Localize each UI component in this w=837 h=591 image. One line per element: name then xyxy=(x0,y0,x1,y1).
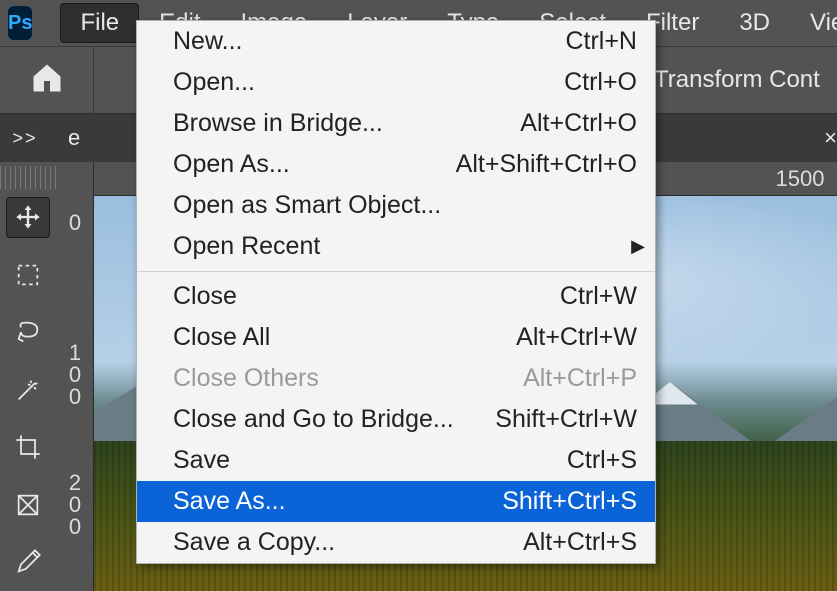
document-tab-label: e xyxy=(68,125,80,151)
menu-item-label: Open as Smart Object... xyxy=(173,191,637,220)
eyedropper-tool[interactable] xyxy=(6,542,50,583)
menu-item-label: Save a Copy... xyxy=(173,528,503,557)
menu-item-shortcut: Alt+Shift+Ctrl+O xyxy=(456,150,637,179)
ruler-mark-100: 1 0 0 xyxy=(68,342,82,408)
submenu-arrow-icon: ▶ xyxy=(631,236,645,257)
menu-item-label: Close Others xyxy=(173,364,503,393)
menu-item-label: Close xyxy=(173,282,540,311)
menu-item-open-as-smart-object[interactable]: Open as Smart Object... xyxy=(137,185,655,226)
marquee-tool[interactable] xyxy=(6,254,50,295)
document-tab[interactable]: e xyxy=(50,114,98,162)
menu-item-shortcut: Ctrl+O xyxy=(564,68,637,97)
menu-item-save-a-copy[interactable]: Save a Copy... Alt+Ctrl+S xyxy=(137,522,655,563)
ruler-mark-200: 2 0 0 xyxy=(68,472,82,538)
menu-item-shortcut: Alt+Ctrl+W xyxy=(516,323,637,352)
menu-item-new[interactable]: New... Ctrl+N xyxy=(137,21,655,62)
menu-item-shortcut: Alt+Ctrl+P xyxy=(523,364,637,393)
app-logo[interactable]: Ps xyxy=(8,6,32,40)
menu-item-shortcut: Alt+Ctrl+S xyxy=(523,528,637,557)
vertical-ruler[interactable]: 0 1 0 0 2 0 0 xyxy=(56,162,94,591)
frame-tool[interactable] xyxy=(6,484,50,525)
menu-item-label: Save As... xyxy=(173,487,482,516)
menu-item-label: Close and Go to Bridge... xyxy=(173,405,475,434)
lasso-tool[interactable] xyxy=(6,312,50,353)
menu-item-label: Open Recent xyxy=(173,232,637,261)
menu-item-shortcut: Ctrl+W xyxy=(560,282,637,311)
show-transform-controls-label: Transform Cont xyxy=(654,66,820,94)
menu-item-shortcut: Ctrl+N xyxy=(565,27,637,56)
menu-separator xyxy=(137,271,655,272)
menu-item-save[interactable]: Save Ctrl+S xyxy=(137,440,655,481)
menu-item-close-and-go-to-bridge[interactable]: Close and Go to Bridge... Shift+Ctrl+W xyxy=(137,399,655,440)
menu-item-shortcut: Alt+Ctrl+O xyxy=(520,109,637,138)
ruler-mark-0: 0 xyxy=(68,212,82,234)
menu-item-label: New... xyxy=(173,27,545,56)
home-icon xyxy=(29,60,65,101)
menu-item-browse-in-bridge[interactable]: Browse in Bridge... Alt+Ctrl+O xyxy=(137,103,655,144)
menu-file[interactable]: File xyxy=(60,3,139,43)
menu-item-close-others: Close Others Alt+Ctrl+P xyxy=(137,358,655,399)
home-button[interactable] xyxy=(0,47,94,113)
crop-tool[interactable] xyxy=(6,427,50,468)
menu-3d[interactable]: 3D xyxy=(719,3,790,43)
menu-item-shortcut: Ctrl+S xyxy=(567,446,637,475)
menu-item-shortcut: Shift+Ctrl+W xyxy=(495,405,637,434)
tools-panel xyxy=(0,162,56,591)
ruler-mark-1500: 1500 xyxy=(776,166,825,192)
menu-item-label: Open... xyxy=(173,68,544,97)
menu-item-close-all[interactable]: Close All Alt+Ctrl+W xyxy=(137,317,655,358)
ruler-corner xyxy=(0,166,56,189)
menu-item-label: Save xyxy=(173,446,547,475)
menu-item-label: Browse in Bridge... xyxy=(173,109,500,138)
menu-item-open-recent[interactable]: Open Recent▶ xyxy=(137,226,655,267)
menu-item-label: Open As... xyxy=(173,150,436,179)
file-menu-dropdown: New... Ctrl+N Open... Ctrl+O Browse in Bridg… xyxy=(136,20,656,564)
magic-wand-tool[interactable] xyxy=(6,369,50,410)
menu-item-label: Close All xyxy=(173,323,496,352)
menu-item-open-as[interactable]: Open As... Alt+Shift+Ctrl+O xyxy=(137,144,655,185)
menu-view[interactable]: View xyxy=(790,3,837,43)
menu-item-close[interactable]: Close Ctrl+W xyxy=(137,276,655,317)
menu-item-shortcut: Shift+Ctrl+S xyxy=(502,487,637,516)
move-tool[interactable] xyxy=(6,197,50,239)
menu-item-open[interactable]: Open... Ctrl+O xyxy=(137,62,655,103)
menu-item-save-as[interactable]: Save As... Shift+Ctrl+S xyxy=(137,481,655,522)
expand-panels-chevron[interactable]: >> xyxy=(0,128,50,149)
